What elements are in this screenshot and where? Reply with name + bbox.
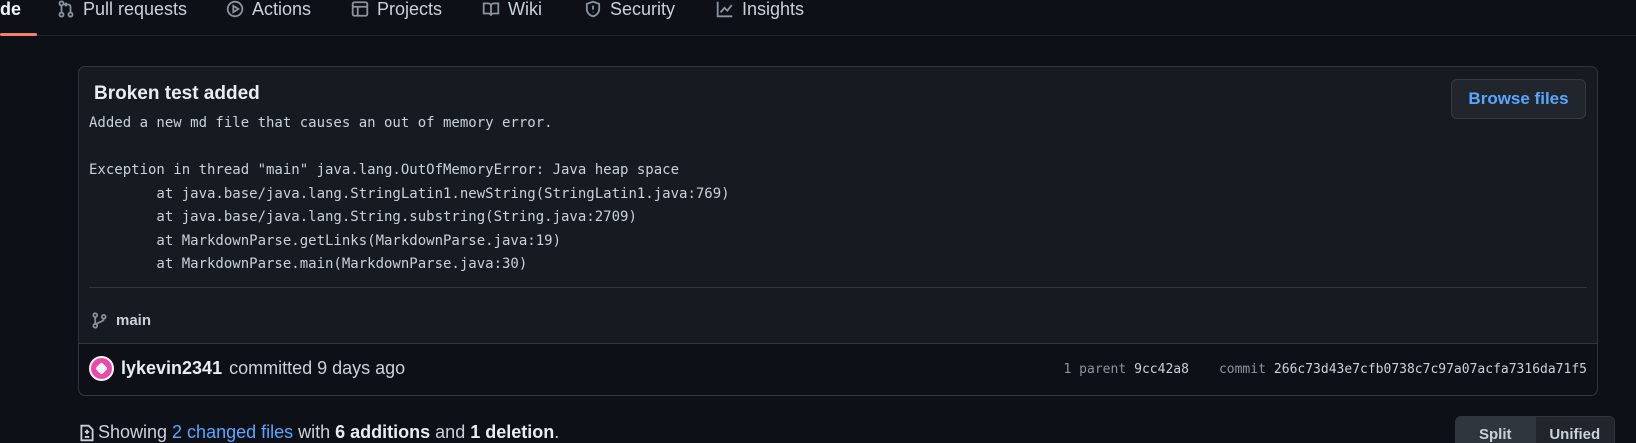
commit-box: Broken test added Browse files Added a n… [78, 66, 1598, 396]
diff-summary: Showing 2 changed files with 6 additions… [78, 422, 559, 443]
diff-view-toggle: Split Unified [1455, 416, 1615, 443]
tab-projects[interactable]: Projects [351, 0, 442, 24]
summary-with: with [298, 422, 331, 442]
tab-insights[interactable]: Insights [716, 0, 804, 24]
commit-description: Added a new md file that causes an out o… [89, 115, 730, 272]
graph-icon [716, 1, 733, 18]
tab-wiki-label: Wiki [508, 0, 542, 19]
commit-meta: 1 parent 9cc42a8 commit 266c73d43e7cfb07… [1064, 362, 1587, 377]
tab-pull-requests-label: Pull requests [83, 0, 188, 19]
git-pull-request-icon [58, 0, 74, 18]
additions-count: 6 additions [335, 422, 431, 442]
commit-footer: lykevin2341 committed 9 days ago 1 paren… [79, 343, 1597, 395]
changed-files-link[interactable]: 2 changed files [172, 422, 293, 443]
tab-projects-label: Projects [377, 0, 443, 19]
tab-wiki[interactable]: Wiki [482, 0, 542, 24]
repo-nav: de Pull requests Actions Projects Wiki S… [0, 0, 1636, 36]
tab-code-label: de [0, 0, 22, 19]
commit-sha: 266c73d43e7cfb0738c7c97a07acfa7316da71f5 [1273, 362, 1587, 377]
parent-label: 1 parent [1063, 362, 1127, 377]
branch-indicator[interactable]: main [91, 312, 151, 329]
tab-actions[interactable]: Actions [226, 0, 311, 24]
book-icon [482, 2, 500, 16]
active-tab-underline [0, 33, 37, 36]
table-icon [351, 1, 369, 17]
deletions-count: 1 deletion [470, 422, 555, 442]
tab-security-label: Security [610, 0, 676, 19]
commit-title: Broken test added [94, 83, 260, 104]
shield-icon [585, 0, 601, 18]
avatar[interactable] [89, 356, 114, 381]
git-branch-icon [92, 312, 107, 329]
divider [89, 287, 1587, 288]
tab-pull-requests[interactable]: Pull requests [57, 0, 187, 24]
commit-time: committed 9 days ago [229, 358, 406, 378]
file-diff-icon [80, 424, 94, 441]
tab-code[interactable]: de [0, 0, 21, 24]
summary-period: . [554, 422, 560, 442]
tab-security[interactable]: Security [584, 0, 675, 24]
summary-and: and [435, 422, 466, 442]
unified-view-button[interactable]: Unified [1534, 417, 1614, 443]
split-view-button[interactable]: Split [1456, 417, 1535, 443]
author-name-link[interactable]: lykevin2341 [121, 358, 222, 379]
tab-actions-label: Actions [252, 0, 312, 19]
commit-author: lykevin2341 committed 9 days ago [89, 356, 405, 381]
browse-files-button[interactable]: Browse files [1451, 79, 1586, 119]
play-icon [226, 0, 244, 18]
commit-label: commit [1218, 362, 1266, 377]
branch-name: main [116, 312, 152, 329]
tab-insights-label: Insights [742, 0, 805, 19]
summary-showing: Showing [98, 422, 168, 442]
parent-sha-link[interactable]: 9cc42a8 [1134, 362, 1189, 377]
